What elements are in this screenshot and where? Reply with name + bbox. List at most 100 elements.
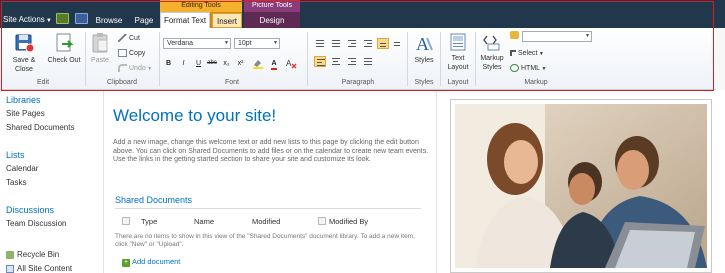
styles-button[interactable]: A Styles — [410, 32, 438, 65]
html-label: HTML — [521, 65, 541, 72]
justify-button[interactable] — [362, 56, 374, 67]
tab-page[interactable]: Page — [130, 13, 158, 28]
ribbon: Save & Close Check Out Edit Paste Cut Co… — [0, 28, 716, 90]
copy-button[interactable]: Copy — [118, 48, 145, 59]
nav-libraries[interactable]: Libraries — [6, 95, 41, 105]
separator — [85, 32, 86, 86]
page-title[interactable]: Welcome to your site! — [113, 106, 276, 126]
subscript-button[interactable]: x₂ — [221, 58, 232, 69]
tab-browse[interactable]: Browse — [92, 13, 126, 28]
tab-insert[interactable]: Insert — [212, 13, 242, 28]
editing-tools-header: Editing Tools — [160, 0, 242, 12]
separator — [159, 32, 160, 86]
font-name-select[interactable]: Verdana ▼ — [163, 38, 231, 49]
text-layout-icon — [450, 33, 466, 51]
undo-icon — [118, 64, 127, 73]
markup-group-label: Markup — [524, 79, 548, 86]
undo-button[interactable]: Undo ▼ — [118, 63, 152, 74]
edit-page-icon[interactable] — [75, 13, 88, 24]
italic-button[interactable]: I — [178, 58, 189, 69]
site-image-frame[interactable] — [450, 99, 712, 273]
column-modified-by[interactable]: Modified By — [329, 217, 368, 226]
paste-icon — [92, 33, 108, 53]
highlight-color-button[interactable] — [252, 58, 264, 69]
markup-styles-icon — [483, 35, 500, 51]
nav-item-team-discussion[interactable]: Team Discussion — [6, 219, 66, 228]
save-close-button[interactable]: Save & Close — [3, 32, 45, 74]
nav-item-site-pages[interactable]: Site Pages — [6, 109, 45, 118]
markup-icon-button[interactable] — [510, 30, 521, 41]
separator — [440, 32, 441, 86]
underline-button[interactable]: U — [193, 58, 204, 69]
separator — [307, 32, 308, 86]
highlight-icon — [253, 60, 263, 69]
copy-icon — [118, 49, 127, 58]
nav-item-all-site-content[interactable]: All Site Content — [6, 264, 72, 273]
chevron-down-icon: ▼ — [224, 40, 229, 46]
styles-group-label: Styles — [414, 79, 434, 86]
superscript-button[interactable]: x² — [235, 58, 246, 69]
library-title[interactable]: Shared Documents — [115, 195, 192, 205]
font-color-button[interactable]: A — [268, 58, 280, 70]
increase-indent-button[interactable] — [362, 38, 374, 49]
nav-item-tasks[interactable]: Tasks — [6, 178, 26, 187]
nav-item-recycle-bin[interactable]: Recycle Bin — [6, 250, 59, 259]
align-left-button[interactable] — [314, 56, 326, 67]
select-button[interactable]: Select ▼ — [510, 48, 544, 59]
chevron-down-icon: ▼ — [273, 40, 278, 46]
ribbon-scroll-area — [716, 28, 725, 90]
modified-by-checkbox — [318, 217, 326, 225]
svg-text:A: A — [286, 59, 292, 68]
text-layout-button[interactable]: Text Layout — [443, 32, 473, 72]
svg-text:A: A — [416, 34, 429, 54]
column-modified[interactable]: Modified — [252, 217, 280, 226]
markup-dropdown[interactable]: ▼ — [522, 31, 592, 42]
tab-format-text[interactable]: Format Text — [160, 12, 210, 29]
select-icon — [510, 50, 516, 57]
navigate-up-icon[interactable] — [56, 13, 69, 24]
html-icon — [510, 64, 519, 73]
ltr-button[interactable] — [377, 38, 389, 49]
markup-styles-label: Markup Styles — [480, 55, 504, 71]
language-icon — [510, 31, 519, 40]
nav-lists[interactable]: Lists — [6, 150, 25, 160]
select-all-checkbox[interactable] — [122, 217, 130, 225]
rtl-button[interactable] — [392, 38, 404, 49]
font-size-select[interactable]: 10pt ▼ — [234, 38, 280, 49]
quick-launch: Libraries Site Pages Shared Documents Li… — [0, 91, 104, 273]
save-close-label: Save & Close — [12, 57, 36, 73]
markup-styles-button[interactable]: Markup Styles — [478, 32, 506, 72]
check-out-label: Check Out — [47, 57, 81, 64]
add-document-link[interactable]: + Add document — [122, 257, 180, 267]
cut-button[interactable]: Cut — [118, 33, 140, 44]
select-label: Select — [518, 50, 538, 57]
decrease-indent-button[interactable] — [346, 38, 358, 49]
strikethrough-button[interactable]: abc — [205, 58, 219, 69]
align-center-button[interactable] — [330, 56, 342, 67]
clear-format-button[interactable]: A — [285, 58, 297, 69]
column-name[interactable]: Name — [194, 217, 214, 226]
bold-button[interactable]: B — [163, 58, 174, 69]
align-right-button[interactable] — [346, 56, 358, 67]
font-color-icon: A — [271, 60, 277, 70]
html-button[interactable]: HTML ▼ — [510, 63, 546, 74]
nav-item-calendar[interactable]: Calendar — [6, 164, 38, 173]
paste-button[interactable]: Paste — [88, 32, 112, 65]
tab-design[interactable]: Design — [248, 13, 296, 28]
welcome-text[interactable]: Add a new image, change this welcome tex… — [113, 139, 431, 165]
numbering-button[interactable] — [330, 38, 342, 49]
check-out-button[interactable]: Check Out — [46, 32, 82, 65]
top-bar: Site Actions▼ Browse Page — [0, 0, 725, 28]
layout-group-label: Layout — [447, 79, 469, 86]
column-type[interactable]: Type — [141, 217, 157, 226]
recycle-bin-label: Recycle Bin — [17, 250, 60, 259]
main-content: Welcome to your site! Add a new image, c… — [105, 91, 437, 273]
site-actions-menu[interactable]: Site Actions▼ — [3, 15, 52, 24]
team-photo — [455, 104, 707, 268]
chevron-down-icon: ▼ — [45, 18, 52, 24]
bullets-button[interactable] — [314, 38, 326, 49]
nav-discussions[interactable]: Discussions — [6, 205, 54, 215]
divider — [115, 208, 421, 209]
nav-item-shared-documents[interactable]: Shared Documents — [6, 123, 74, 132]
undo-label: Undo — [129, 65, 146, 72]
